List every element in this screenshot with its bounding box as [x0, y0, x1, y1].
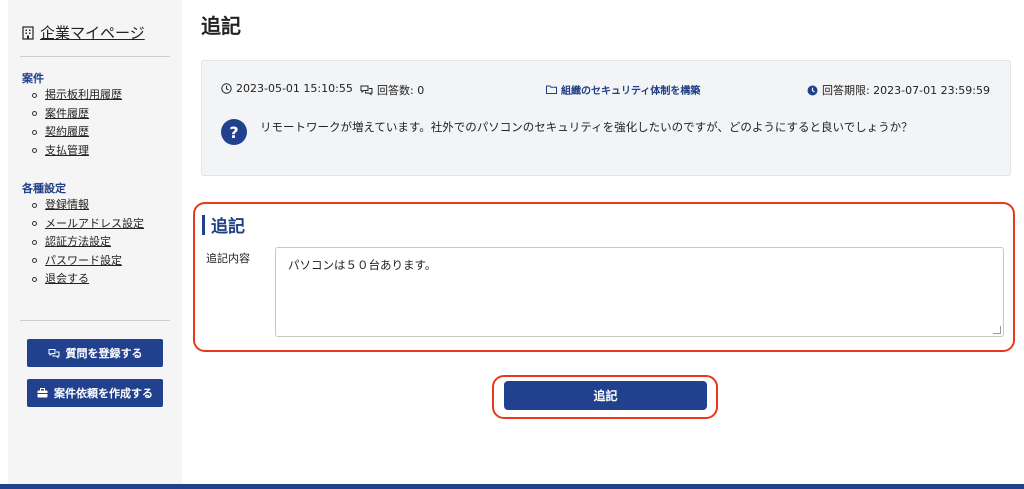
nav-item-withdraw[interactable]: 退会する	[32, 270, 144, 289]
nav-item-auth-settings[interactable]: 認証方法設定	[32, 233, 144, 252]
page-title: 追記	[201, 14, 241, 38]
answer-deadline: 回答期限: 2023-07-01 23:59:59	[807, 82, 990, 98]
append-content-value: パソコンは５０台あります。	[288, 258, 437, 272]
clock-filled-icon	[807, 85, 818, 96]
bullet-icon	[32, 258, 37, 264]
heading-accent-bar	[202, 214, 205, 235]
section-title-settings: 各種設定	[22, 182, 66, 195]
register-question-button[interactable]: 質問を登録する	[27, 339, 163, 367]
section-title-projects: 案件	[22, 72, 44, 85]
footer-bar	[0, 484, 1024, 489]
comments-icon	[360, 85, 373, 96]
nav-item-payment[interactable]: 支払管理	[32, 142, 122, 161]
resize-handle-icon[interactable]	[993, 326, 1001, 334]
chat-icon	[48, 348, 60, 359]
brand-link[interactable]: 企業マイページ	[22, 22, 145, 43]
divider	[20, 320, 170, 321]
question-icon: ?	[221, 119, 247, 145]
sidebar: 企業マイページ 案件 掲示板利用履歴 案件履歴 契約履歴 支払管理 各種設定 登…	[8, 0, 182, 484]
question-text: リモートワークが増えています。社外でのパソコンのセキュリティを強化したいのですが…	[260, 120, 913, 134]
briefcase-icon	[37, 388, 48, 398]
append-content-label: 追記内容	[206, 252, 250, 265]
bullet-icon	[32, 92, 37, 98]
answer-count: 回答数: 0	[360, 82, 424, 98]
nav-item-password-settings[interactable]: パスワード設定	[32, 252, 144, 271]
clock-icon	[221, 83, 232, 94]
bullet-icon	[32, 111, 37, 117]
create-request-button[interactable]: 案件依頼を作成する	[27, 379, 163, 407]
append-section-heading: 追記	[202, 212, 245, 237]
question-card: 2023-05-01 15:10:55 回答数: 0 組織のセキュリティ体制を構…	[201, 60, 1011, 176]
bullet-icon	[32, 221, 37, 227]
projects-nav: 掲示板利用履歴 案件履歴 契約履歴 支払管理	[32, 86, 122, 160]
nav-item-registration[interactable]: 登録情報	[32, 196, 144, 215]
nav-item-board-history[interactable]: 掲示板利用履歴	[32, 86, 122, 105]
posted-time: 2023-05-01 15:10:55	[221, 82, 353, 95]
append-section-title: 追記	[211, 217, 245, 237]
bullet-icon	[32, 239, 37, 245]
nav-item-contract-history[interactable]: 契約履歴	[32, 123, 122, 142]
append-submit-button[interactable]: 追記	[504, 381, 707, 410]
divider	[20, 56, 170, 57]
append-content-textarea[interactable]: パソコンは５０台あります。	[275, 247, 1004, 337]
bullet-icon	[32, 148, 37, 154]
bullet-icon	[32, 129, 37, 135]
category-link[interactable]: 組織のセキュリティ体制を構築	[546, 82, 700, 97]
bullet-icon	[32, 202, 37, 208]
nav-item-email-settings[interactable]: メールアドレス設定	[32, 215, 144, 234]
building-icon	[22, 25, 34, 40]
nav-item-project-history[interactable]: 案件履歴	[32, 105, 122, 124]
bullet-icon	[32, 276, 37, 282]
brand-label: 企業マイページ	[40, 24, 145, 42]
settings-nav: 登録情報 メールアドレス設定 認証方法設定 パスワード設定 退会する	[32, 196, 144, 289]
folder-icon	[546, 85, 557, 94]
